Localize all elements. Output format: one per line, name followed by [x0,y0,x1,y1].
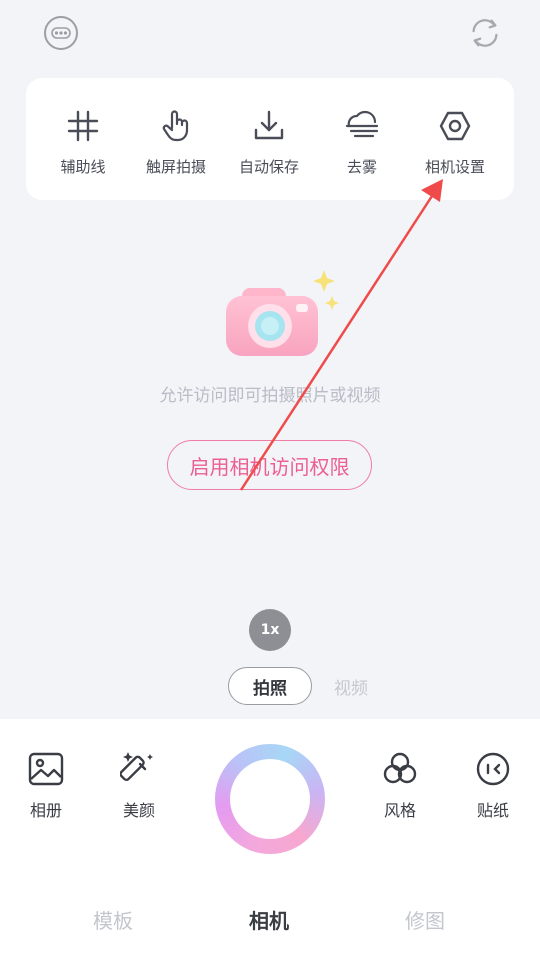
setting-auto-save[interactable]: 自动保存 [223,106,315,177]
setting-label: 辅助线 [60,158,106,176]
tab-camera[interactable]: 相机 [249,905,289,934]
switch-camera-icon[interactable] [466,14,504,52]
tab-template[interactable]: 模板 [93,905,133,934]
setting-grid[interactable]: 辅助线 [37,106,129,177]
magic-wand-icon [119,749,159,789]
hexagon-settings-icon [435,106,475,146]
dehaze-icon [342,106,382,146]
setting-label: 触屏拍摄 [145,158,206,176]
mode-video-tab[interactable]: 视频 [334,674,368,699]
style-button[interactable]: 风格 [365,749,435,821]
download-icon [249,106,289,146]
setting-dehaze[interactable]: 去雾 [316,106,408,177]
tool-label: 贴纸 [476,801,509,820]
tool-label: 美颜 [122,801,155,820]
touch-icon [156,106,196,146]
more-dots-icon[interactable] [42,14,80,52]
setting-label: 去雾 [346,158,377,176]
setting-label: 自动保存 [238,158,299,176]
grid-icon [63,106,103,146]
camera-illustration-icon [220,266,344,362]
zoom-level-button[interactable]: 1x [249,609,291,651]
beauty-button[interactable]: 美颜 [104,749,174,821]
shutter-button[interactable] [215,744,325,854]
settings-panel: 辅助线 触屏拍摄 自动保存 去雾 相机设置 [26,78,514,200]
permission-message: 允许访问即可拍摄照片或视频 [159,386,381,406]
image-icon [26,749,66,789]
tool-label: 风格 [383,801,416,820]
setting-label: 相机设置 [424,158,485,176]
style-circles-icon [380,749,420,789]
mode-photo-tab[interactable]: 拍照 [228,667,312,705]
album-button[interactable]: 相册 [11,749,81,821]
enable-camera-access-button[interactable]: 启用相机访问权限 [167,440,372,490]
bottom-panel: 相册 美颜 风格 贴纸 模板 相机 修图 [0,719,540,960]
tool-label: 相册 [29,801,62,820]
setting-camera-settings[interactable]: 相机设置 [409,106,501,177]
shutter-inner [230,759,310,839]
sticker-button[interactable]: 贴纸 [458,749,528,821]
setting-touch-shoot[interactable]: 触屏拍摄 [130,106,222,177]
tab-edit[interactable]: 修图 [405,905,445,934]
sticker-face-icon [473,749,513,789]
